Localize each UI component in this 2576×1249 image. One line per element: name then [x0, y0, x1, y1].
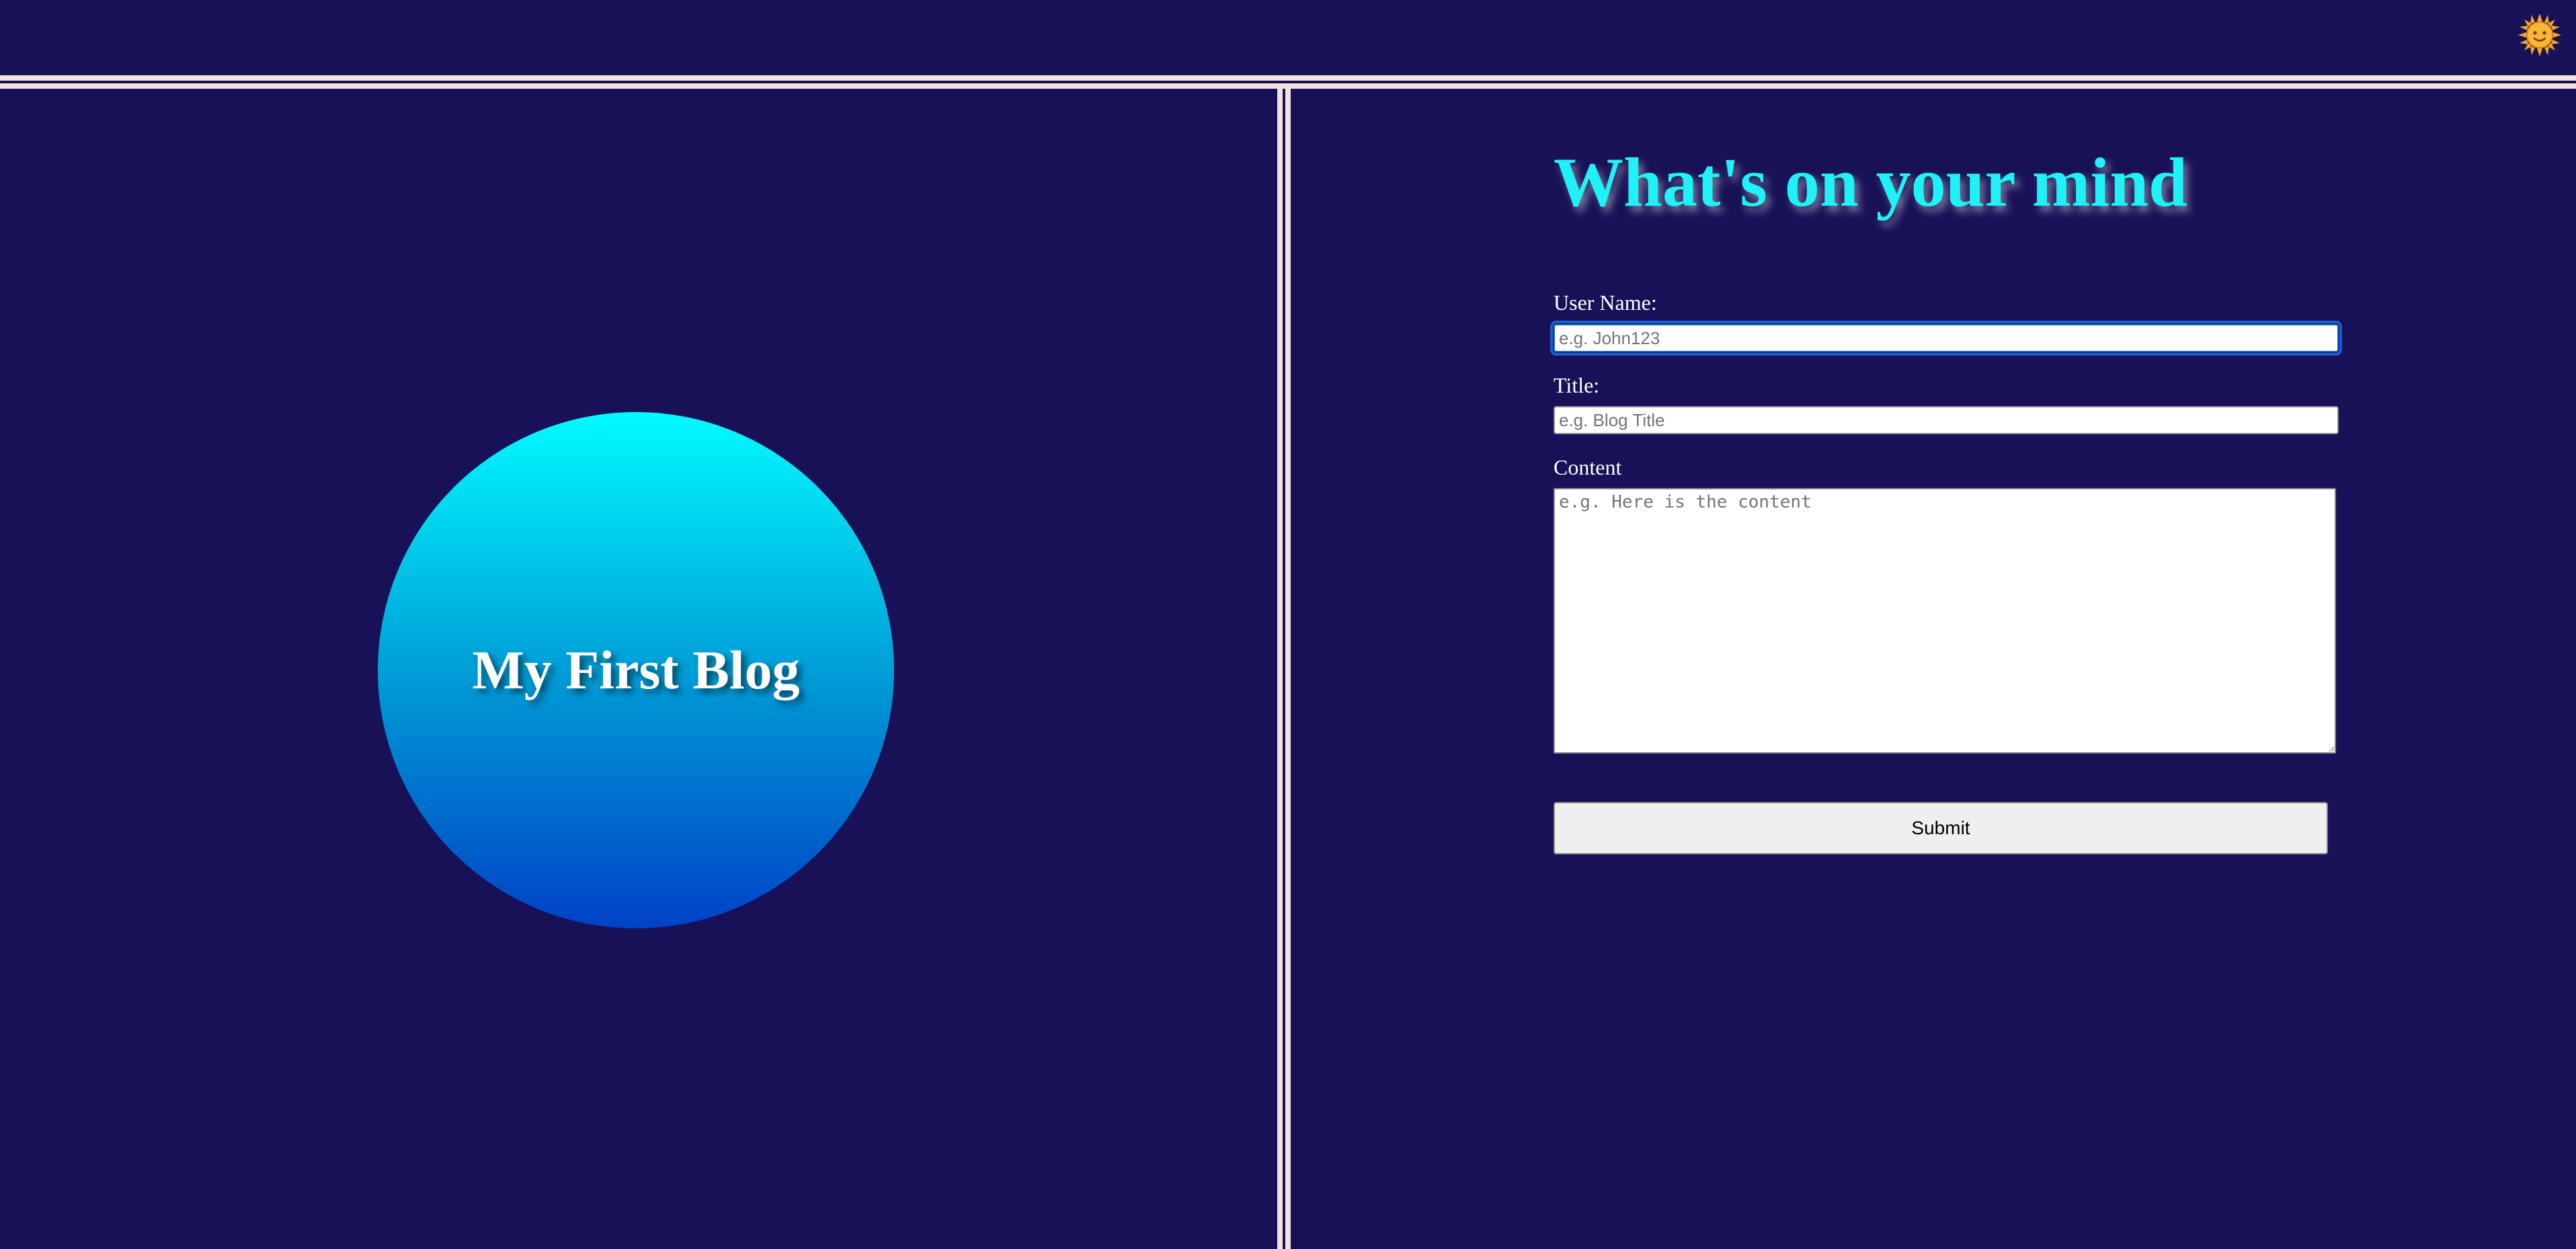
form-heading: What's on your mind — [1554, 144, 2188, 221]
post-form-panel: What's on your mind User Name: Title: Co… — [1291, 89, 2576, 1249]
content-label: Content — [1554, 455, 1622, 479]
blog-circle: My First Blog — [378, 412, 894, 928]
divider-line-bottom — [0, 83, 2576, 89]
sun-icon — [2518, 13, 2561, 56]
content-textarea[interactable] — [1554, 488, 2336, 754]
hero-panel: My First Blog — [0, 89, 1277, 1249]
username-label: User Name: — [1554, 290, 1657, 315]
submit-button[interactable]: Submit — [1554, 802, 2328, 854]
title-label: Title: — [1554, 373, 1600, 397]
theme-toggle-button[interactable] — [2518, 13, 2561, 56]
divider-line-left — [1277, 89, 1283, 1249]
title-input[interactable] — [1554, 406, 2339, 434]
divider-line-top — [0, 75, 2576, 81]
top-bar — [0, 0, 2576, 75]
divider-line-right — [1285, 89, 1291, 1249]
username-input[interactable] — [1550, 321, 2342, 356]
blog-title: My First Blog — [472, 639, 800, 700]
